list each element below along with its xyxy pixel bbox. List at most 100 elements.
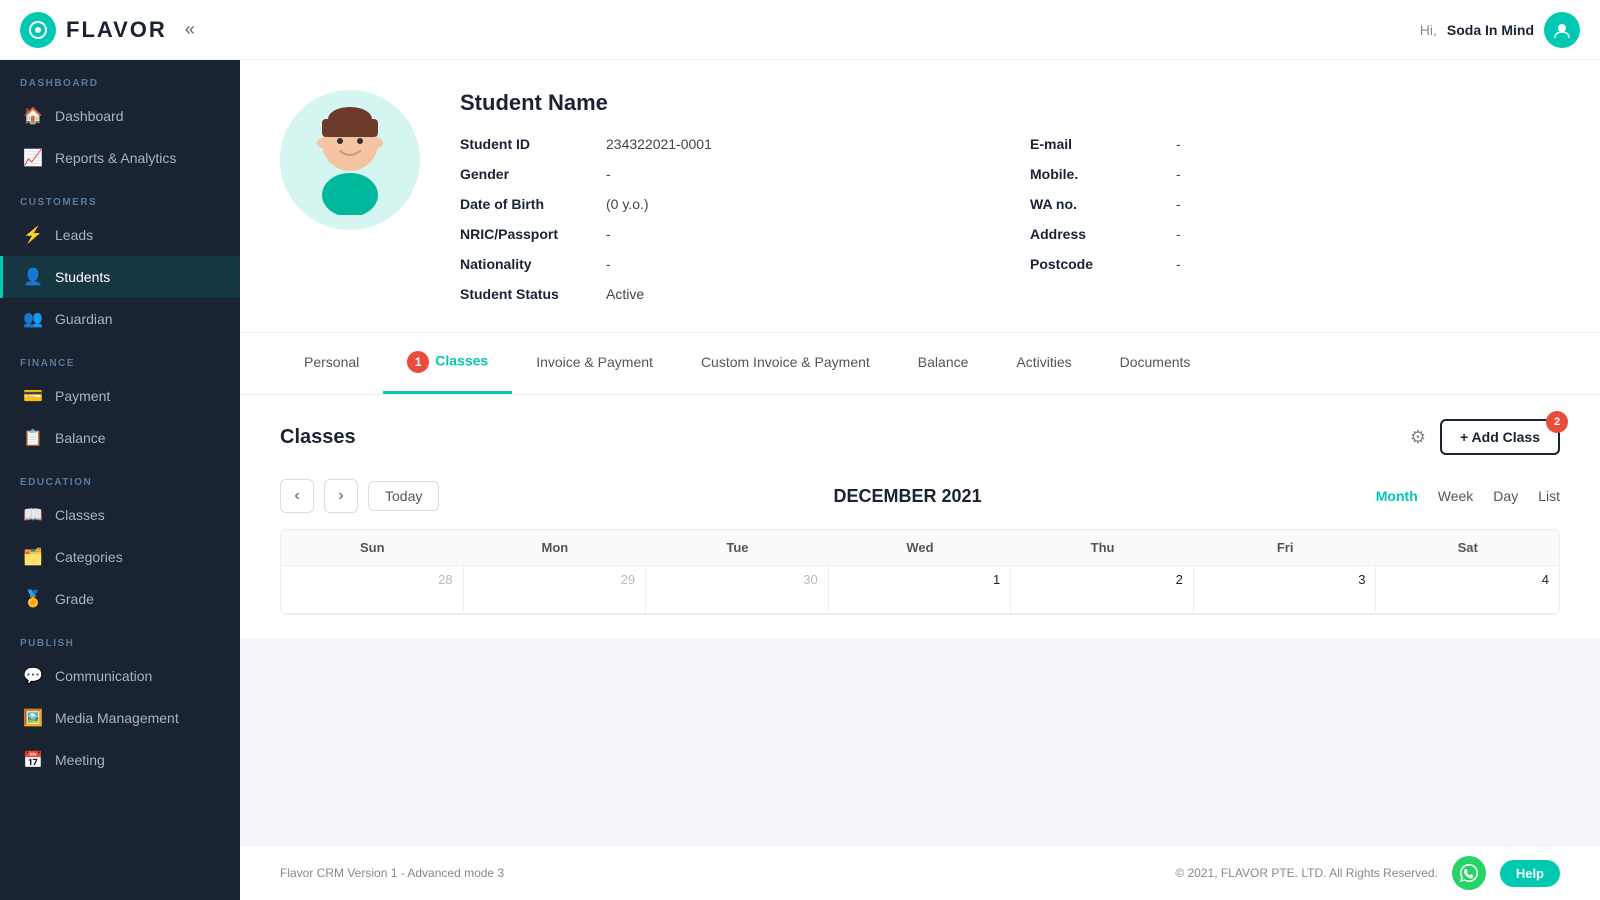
sidebar-item-balance[interactable]: 📋Balance — [0, 417, 240, 459]
info-value: - — [606, 166, 611, 182]
reports-icon: 📈 — [23, 148, 43, 168]
calendar-month-title: DECEMBER 2021 — [834, 486, 982, 507]
sidebar-label-students: Students — [55, 269, 110, 285]
calendar-day-cell[interactable]: 30 — [646, 566, 829, 614]
tab-label-balance: Balance — [918, 354, 969, 370]
balance-icon: 📋 — [23, 428, 43, 448]
tab-documents[interactable]: Documents — [1096, 336, 1215, 391]
calendar-next-button[interactable]: › — [324, 479, 358, 513]
calendar-day-cell[interactable]: 3 — [1194, 566, 1377, 614]
sidebar-label-payment: Payment — [55, 388, 110, 404]
info-value: - — [606, 256, 611, 272]
filter-icon[interactable]: ⚙ — [1410, 427, 1426, 448]
calendar-day-cell[interactable]: 4 — [1376, 566, 1559, 614]
sidebar-item-categories[interactable]: 🗂️ Categories — [0, 536, 240, 578]
sidebar-label-categories: Categories — [55, 549, 123, 565]
info-label: E-mail — [1030, 136, 1160, 152]
tab-custom-invoice[interactable]: Custom Invoice & Payment — [677, 336, 894, 391]
logo-area: FLAVOR « — [20, 12, 195, 48]
calendar-view-week[interactable]: Week — [1438, 488, 1474, 504]
categories-icon: 🗂️ — [23, 547, 43, 567]
info-value: - — [1176, 226, 1181, 242]
topnav-right: Hi, Soda In Mind — [1420, 12, 1580, 48]
whatsapp-button[interactable] — [1452, 856, 1486, 890]
info-label: Student Status — [460, 286, 590, 302]
calendar-view-buttons: Month Week Day List — [1376, 488, 1560, 504]
add-class-button[interactable]: + Add Class 2 — [1440, 419, 1560, 455]
classes-section: Classes ⚙ + Add Class 2 ‹ › Today DECEMB… — [240, 395, 1600, 639]
main-content: Student Name Student ID234322021-0001 Gen… — [240, 60, 1600, 900]
sidebar-item-dashboard[interactable]: 🏠 Dashboard — [0, 95, 240, 137]
logo-text: FLAVOR — [66, 17, 167, 43]
sidebar-item-students[interactable]: 👤Students — [0, 256, 240, 298]
tab-activities[interactable]: Activities — [992, 336, 1095, 391]
info-value: - — [606, 226, 611, 242]
sidebar-label-meeting: Meeting — [55, 752, 105, 768]
info-label: NRIC/Passport — [460, 226, 590, 242]
tab-label-documents: Documents — [1120, 354, 1191, 370]
sidebar: DASHBOARD 🏠 Dashboard 📈Reports & Analytics C… — [0, 60, 240, 900]
calendar-view-list[interactable]: List — [1538, 488, 1560, 504]
info-value: - — [1176, 196, 1181, 212]
sidebar-label-communication: Communication — [55, 668, 152, 684]
info-row: E-mail- — [1030, 136, 1560, 152]
guardian-icon: 👥 — [23, 309, 43, 329]
calendar-today-button[interactable]: Today — [368, 481, 439, 511]
info-grid: Student ID234322021-0001Gender-Date of B… — [460, 136, 1560, 302]
tab-balance[interactable]: Balance — [894, 336, 993, 391]
sidebar-item-reports[interactable]: 📈Reports & Analytics — [0, 137, 240, 179]
sidebar-section-label: FINANCE — [0, 340, 240, 375]
info-label: WA no. — [1030, 196, 1160, 212]
dashboard-icon: 🏠 — [23, 106, 43, 126]
topnav: FLAVOR « Hi, Soda In Mind — [0, 0, 1600, 60]
info-row: Student ID234322021-0001 — [460, 136, 990, 152]
calendar-day-header: Thu — [1011, 530, 1194, 566]
info-value: 234322021-0001 — [606, 136, 712, 152]
profile-card: Student Name Student ID234322021-0001 Gen… — [240, 60, 1600, 333]
collapse-icon[interactable]: « — [185, 19, 195, 40]
calendar-day-cell[interactable]: 2 — [1011, 566, 1194, 614]
user-avatar[interactable] — [1544, 12, 1580, 48]
tab-personal[interactable]: Personal — [280, 336, 383, 391]
footer-right: © 2021, FLAVOR PTE. LTD. All Rights Rese… — [1175, 856, 1560, 890]
sidebar-item-guardian[interactable]: 👥Guardian — [0, 298, 240, 340]
info-row: Gender- — [460, 166, 990, 182]
calendar-view-month[interactable]: Month — [1376, 488, 1418, 504]
info-value: - — [1176, 256, 1181, 272]
help-button[interactable]: Help — [1500, 860, 1560, 887]
sidebar-section-label: EDUCATION — [0, 459, 240, 494]
calendar-day-cell[interactable]: 29 — [464, 566, 647, 614]
sidebar-item-payment[interactable]: 💳Payment — [0, 375, 240, 417]
calendar-view-day[interactable]: Day — [1493, 488, 1518, 504]
sidebar-item-grade[interactable]: 🏅Grade — [0, 578, 240, 620]
classes-header: Classes ⚙ + Add Class 2 — [280, 419, 1560, 455]
info-label: Gender — [460, 166, 590, 182]
sidebar-item-meeting[interactable]: 📅 Meeting — [0, 739, 240, 781]
sidebar-label-dashboard: Dashboard — [55, 108, 124, 124]
sidebar-item-communication[interactable]: 💬 Communication — [0, 655, 240, 697]
calendar-prev-button[interactable]: ‹ — [280, 479, 314, 513]
sidebar-item-media[interactable]: 🖼️Media Management — [0, 697, 240, 739]
info-value: - — [1176, 166, 1181, 182]
tab-classes[interactable]: 1Classes — [383, 333, 512, 394]
communication-icon: 💬 — [23, 666, 43, 686]
info-value: - — [1176, 136, 1181, 152]
tab-invoice-payment[interactable]: Invoice & Payment — [512, 336, 677, 391]
info-value: Active — [606, 286, 644, 302]
footer-version: Flavor CRM Version 1 - Advanced mode 3 — [280, 866, 504, 880]
sidebar-section-label: DASHBOARD — [0, 60, 240, 95]
calendar-grid: SunMonTueWedThuFriSat2829301234 — [280, 529, 1560, 615]
info-row: NRIC/Passport- — [460, 226, 990, 242]
sidebar-item-classes[interactable]: 📖Classes — [0, 494, 240, 536]
calendar-nav: ‹ › Today DECEMBER 2021 Month Week Day List — [280, 479, 1560, 513]
user-name: Soda In Mind — [1447, 22, 1534, 38]
meeting-icon: 📅 — [23, 750, 43, 770]
sidebar-label-classes: Classes — [55, 507, 105, 523]
sidebar-item-leads[interactable]: ⚡Leads — [0, 214, 240, 256]
calendar-day-cell[interactable]: 28 — [281, 566, 464, 614]
calendar-day-cell[interactable]: 1 — [829, 566, 1012, 614]
tab-label-activities: Activities — [1016, 354, 1071, 370]
tabs-bar: Personal1ClassesInvoice & PaymentCustom … — [240, 333, 1600, 395]
student-name: Student Name — [460, 90, 1560, 116]
calendar-day-header: Tue — [646, 530, 829, 566]
